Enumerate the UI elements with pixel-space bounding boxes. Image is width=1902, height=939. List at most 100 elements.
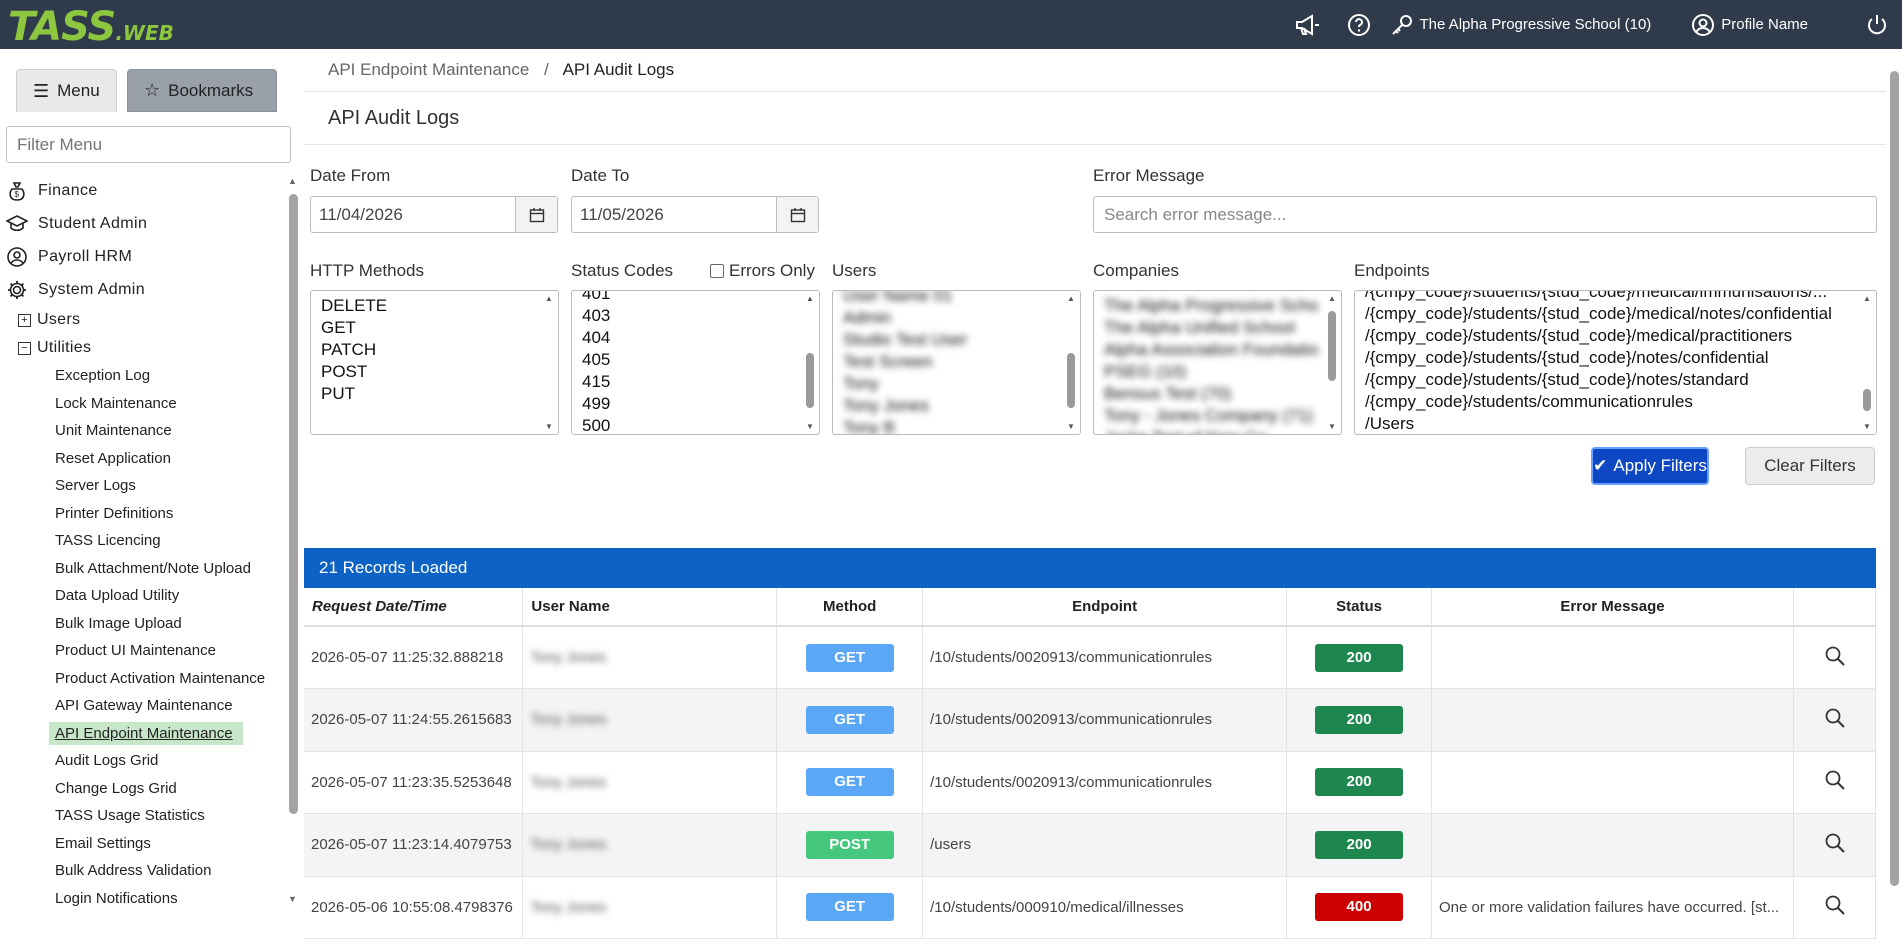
nav-leaf-item[interactable]: API Endpoint Maintenance — [0, 720, 286, 748]
nav-leaf-item[interactable]: Bulk Image Upload — [0, 610, 286, 638]
list-option[interactable]: Alpha Association Foundation — [1104, 339, 1319, 361]
list-option[interactable]: Tony - Jones Company (71) — [1104, 405, 1319, 427]
nav-users[interactable]: + Users — [0, 306, 286, 334]
nav-leaf-item[interactable]: Unit Maintenance — [0, 417, 286, 445]
sidebar-scrollbar[interactable]: ▲ ▼ — [286, 174, 302, 906]
nav-leaf-item[interactable]: Change Logs Grid — [0, 775, 286, 803]
menu-tab[interactable]: ☰ Menu — [16, 69, 117, 112]
nav-leaf-item[interactable]: Bulk Address Validation — [0, 857, 286, 885]
list-option[interactable]: POST — [321, 361, 536, 383]
error-message-search-input[interactable]: Search error message... — [1093, 196, 1877, 233]
nav-payroll-hrm[interactable]: Payroll HRM — [0, 240, 286, 273]
list-option[interactable]: /{cmpy_code}/students/communicationrules — [1365, 391, 1854, 413]
list-option[interactable]: Studio Test User — [843, 329, 1058, 351]
errors-only-checkbox[interactable]: Errors Only — [710, 261, 815, 281]
nav-leaf-item[interactable]: Login Notifications — [0, 885, 286, 906]
nav-leaf-item[interactable]: Audit Logs Grid — [0, 747, 286, 775]
help-icon[interactable] — [1346, 12, 1372, 38]
search-icon[interactable] — [1824, 645, 1846, 667]
list-option[interactable]: /{cmpy_code}/students/{stud_code}/notes/… — [1365, 347, 1854, 369]
nav-finance[interactable]: $ Finance — [0, 174, 286, 207]
calendar-icon[interactable] — [515, 197, 557, 232]
list-option[interactable]: 405 — [582, 349, 797, 371]
col-user-name[interactable]: User Name — [522, 588, 778, 627]
list-option[interactable]: 403 — [582, 305, 797, 327]
nav-student-admin[interactable]: Student Admin — [0, 207, 286, 240]
nav-leaf-item[interactable]: Product Activation Maintenance — [0, 665, 286, 693]
nav-leaf-item[interactable]: TASS Usage Statistics — [0, 802, 286, 830]
nav-utilities[interactable]: − Utilities — [0, 334, 286, 362]
list-option[interactable]: The Alpha Unified School — [1104, 317, 1319, 339]
nav-leaf-item[interactable]: Product UI Maintenance — [0, 637, 286, 665]
list-option[interactable]: GET — [321, 317, 536, 339]
profile-menu[interactable]: Profile Name — [1691, 13, 1808, 37]
nav-leaf-item[interactable]: Data Upload Utility — [0, 582, 286, 610]
col-error-message[interactable]: Error Message — [1431, 588, 1794, 627]
http-methods-list[interactable]: DELETE GET PATCH POST PUT ▲ ▼ — [310, 290, 559, 435]
list-option[interactable]: /{cmpy_code}/students/{stud_code}/medica… — [1365, 303, 1854, 325]
table-row[interactable]: 2026-05-07 11:25:32.888218 Tony Jones GE… — [304, 626, 1876, 689]
power-icon[interactable] — [1864, 12, 1890, 38]
col-method[interactable]: Method — [776, 588, 924, 627]
nav-leaf-item[interactable]: API Gateway Maintenance — [0, 692, 286, 720]
date-to-field[interactable]: 11/05/2026 — [571, 196, 819, 233]
col-status[interactable]: Status — [1286, 588, 1433, 627]
checkbox-box[interactable] — [710, 264, 724, 278]
date-from-value[interactable]: 11/04/2026 — [311, 197, 515, 232]
search-icon[interactable] — [1824, 832, 1846, 854]
list-option[interactable]: Tony Jones — [843, 395, 1058, 417]
date-to-value[interactable]: 11/05/2026 — [572, 197, 776, 232]
list-option[interactable]: PSEG (10) — [1104, 361, 1319, 383]
list-option[interactable]: Admin — [843, 307, 1058, 329]
endpoints-list[interactable]: /{cmpy_code}/students/{stud_code}/medica… — [1354, 290, 1877, 435]
nav-leaf-item[interactable]: Email Settings — [0, 830, 286, 858]
tass-logo[interactable]: TASS .WEB — [8, 4, 174, 50]
table-row[interactable]: 2026-05-07 11:24:55.2615683 Tony Jones G… — [304, 688, 1876, 752]
table-row[interactable]: 2026-05-07 11:23:35.5253648 Tony Jones G… — [304, 751, 1876, 814]
list-option[interactable]: 404 — [582, 327, 797, 349]
list-option[interactable]: /{cmpy_code}/students/{stud_code}/medica… — [1365, 325, 1854, 347]
list-option[interactable]: 499 — [582, 393, 797, 415]
apply-filters-button[interactable]: ✔ Apply Filters — [1591, 447, 1709, 485]
list-option[interactable]: /{cmpy_code}/students/{stud_code}/notes/… — [1365, 369, 1854, 391]
list-option[interactable]: PATCH — [321, 339, 536, 361]
list-option[interactable]: /Users — [1365, 413, 1854, 434]
list-option[interactable]: Test Screen — [843, 351, 1058, 373]
list-option[interactable]: Tony — [843, 373, 1058, 395]
nav-leaf-item[interactable]: Bulk Attachment/Note Upload — [0, 555, 286, 583]
nav-system-admin[interactable]: System Admin — [0, 273, 286, 306]
breadcrumb-parent-link[interactable]: API Endpoint Maintenance — [328, 60, 529, 79]
list-option[interactable]: DELETE — [321, 295, 536, 317]
date-from-field[interactable]: 11/04/2026 — [310, 196, 558, 233]
col-endpoint[interactable]: Endpoint — [922, 588, 1288, 627]
status-codes-list[interactable]: 401 403 404 405 415 499 500 ▲ ▼ — [571, 290, 820, 435]
companies-list[interactable]: The Alpha Progressive School The Alpha Un… — [1093, 290, 1342, 435]
list-option[interactable]: Bensus Test (70) — [1104, 383, 1319, 405]
users-list[interactable]: User Name 01 Admin Studio Test User Test Sc… — [832, 290, 1081, 435]
col-request-datetime[interactable]: Request Date/Time — [304, 588, 524, 627]
table-row[interactable]: 2026-05-06 10:55:08.4798376 Tony Jones G… — [304, 876, 1876, 939]
nav-leaf-item[interactable]: Lock Maintenance — [0, 390, 286, 418]
search-icon[interactable] — [1824, 707, 1846, 729]
nav-leaf-item[interactable]: Exception Log — [0, 362, 286, 390]
list-option[interactable]: /{cmpy_code}/students/{stud_code}/medica… — [1365, 291, 1854, 303]
megaphone-icon[interactable] — [1294, 12, 1320, 38]
list-option[interactable]: 500 — [582, 415, 797, 434]
nav-leaf-item[interactable]: Printer Definitions — [0, 500, 286, 528]
list-option[interactable]: Jacks Test of Now Co — [1104, 427, 1319, 434]
list-option[interactable]: The Alpha Progressive School — [1104, 295, 1319, 317]
bookmarks-tab[interactable]: ☆ Bookmarks — [127, 69, 277, 112]
nav-leaf-item[interactable]: Server Logs — [0, 472, 286, 500]
school-selector[interactable]: The Alpha Progressive School (10) — [1390, 13, 1651, 37]
list-option[interactable]: PUT — [321, 383, 536, 405]
nav-leaf-item[interactable]: TASS Licencing — [0, 527, 286, 555]
search-icon[interactable] — [1824, 769, 1846, 791]
list-option[interactable]: Tony B — [843, 417, 1058, 434]
filter-menu-input[interactable] — [6, 126, 291, 163]
list-option[interactable]: 401 — [582, 291, 797, 305]
main-scrollbar[interactable] — [1886, 49, 1902, 908]
calendar-icon[interactable] — [776, 197, 818, 232]
table-row[interactable]: 2026-05-07 11:23:14.4079753 Tony Jones P… — [304, 813, 1876, 877]
list-option[interactable]: User Name 01 — [843, 291, 1058, 307]
list-option[interactable]: 415 — [582, 371, 797, 393]
